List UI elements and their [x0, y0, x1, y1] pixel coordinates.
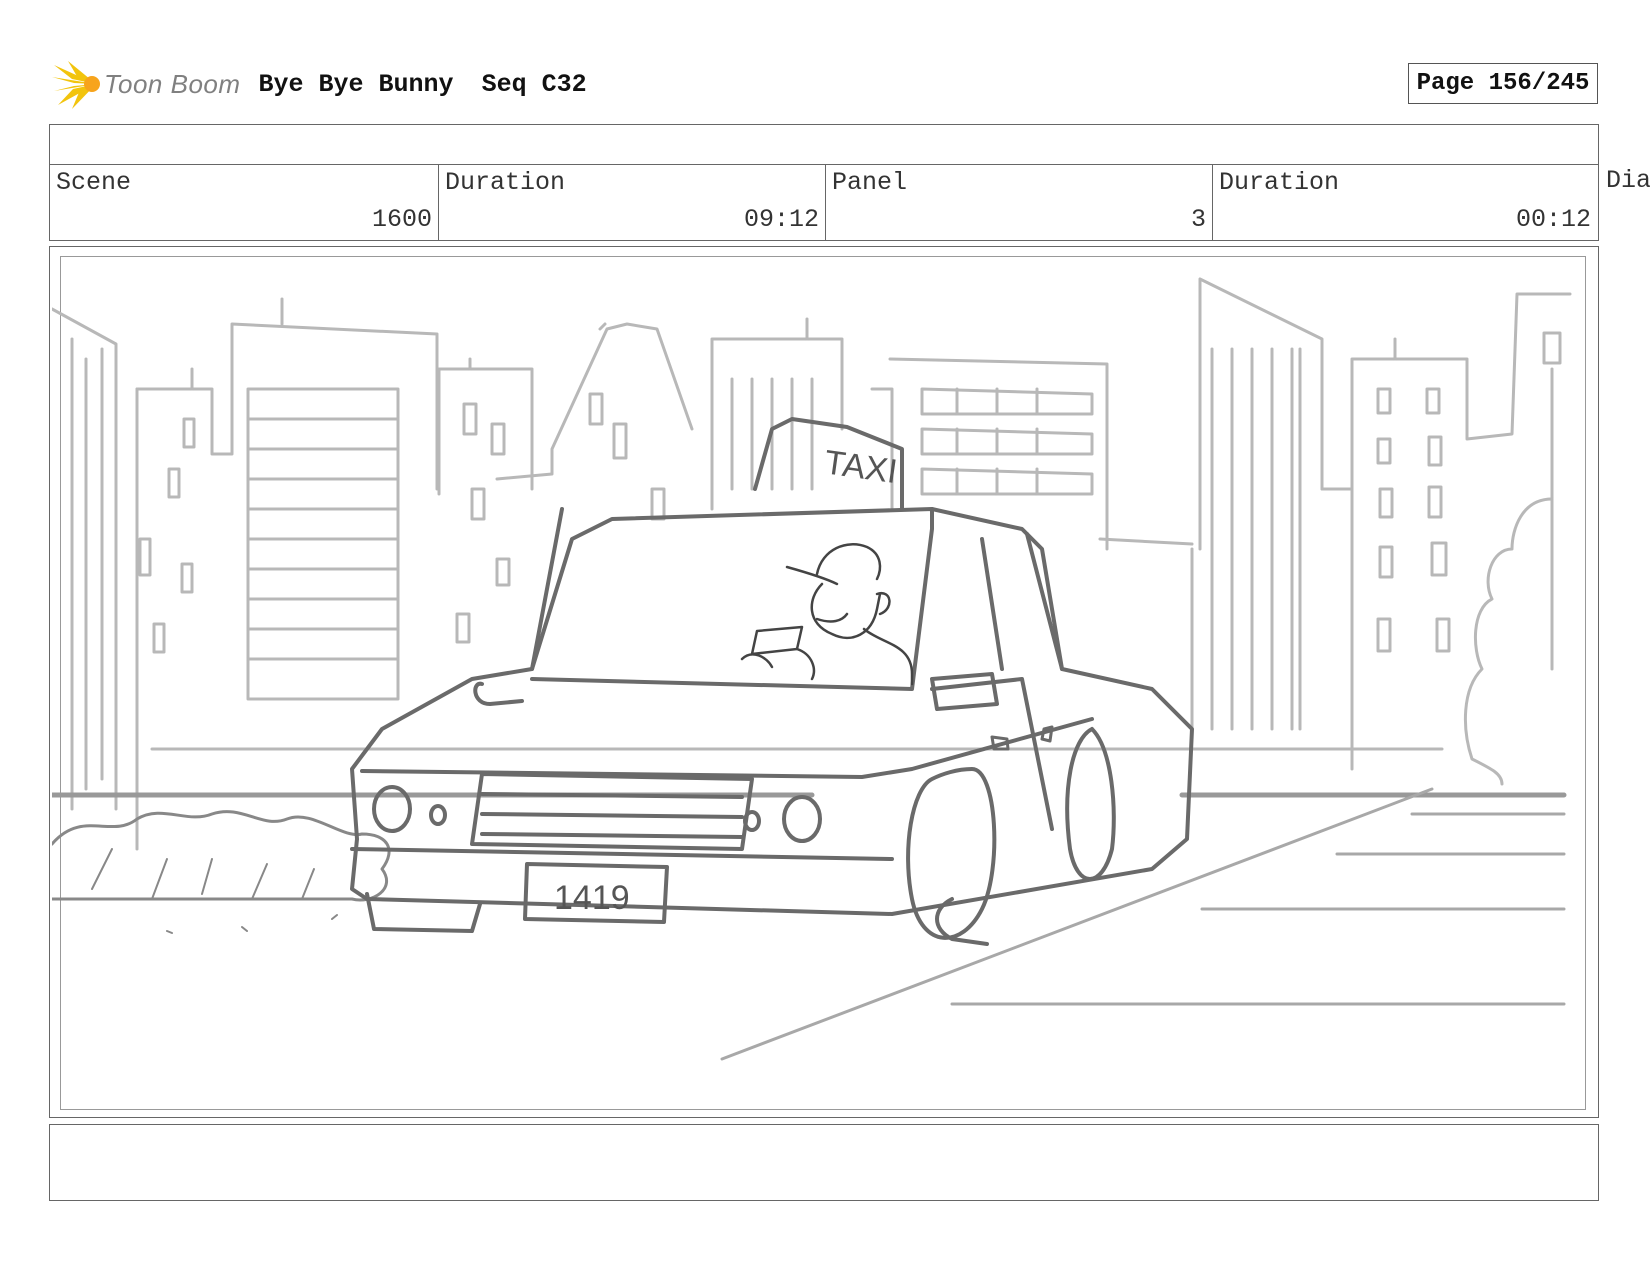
taxi-sign-text: TAXI: [822, 443, 900, 491]
bushes: [52, 810, 391, 902]
storyboard-drawing: TAXI 1419: [52, 277, 1572, 1061]
notes-box: [49, 1124, 1599, 1201]
scene-duration-cell: Duration 09:12: [438, 164, 825, 240]
scene-value: 1600: [371, 205, 432, 234]
page-number: Page 156/245: [1408, 63, 1598, 104]
city-buildings: [52, 277, 1572, 851]
sequence-label: Seq C32: [481, 69, 587, 99]
scene-info-table: Scene 1600 Duration 09:12 Panel 3 Durati…: [49, 124, 1599, 241]
panel-cell: Panel 3: [825, 164, 1212, 240]
tree: [1463, 497, 1554, 786]
scene-cell: Scene 1600: [50, 164, 438, 240]
logo-text: Toon Boom: [104, 68, 241, 99]
panel-duration-label: Duration: [1219, 168, 1340, 197]
scene-duration-value: 09:12: [743, 205, 819, 234]
road-markings: [720, 787, 1566, 1061]
taxi-car: [350, 417, 1194, 946]
project-title: Bye Bye Bunny: [258, 69, 454, 99]
info-top-row: [50, 125, 1598, 165]
driver: [740, 543, 914, 686]
scene-label: Scene: [56, 168, 132, 197]
panel-duration-cell: Duration 00:12: [1212, 164, 1597, 240]
scene-duration-label: Duration: [445, 168, 566, 197]
page-header: Toon Boom Bye Bye Bunny Seq C32: [52, 56, 587, 112]
panel-duration-value: 00:12: [1515, 205, 1591, 234]
building-windows: [138, 331, 1562, 654]
panel-value: 3: [1190, 205, 1206, 234]
dialogue-label: Dia: [1606, 166, 1650, 195]
toon-boom-logo: Toon Boom: [52, 57, 259, 111]
bush-details: [91, 848, 338, 934]
license-plate-text: 1419: [554, 879, 630, 917]
panel-label: Panel: [832, 168, 908, 197]
starburst-icon: [52, 61, 100, 109]
